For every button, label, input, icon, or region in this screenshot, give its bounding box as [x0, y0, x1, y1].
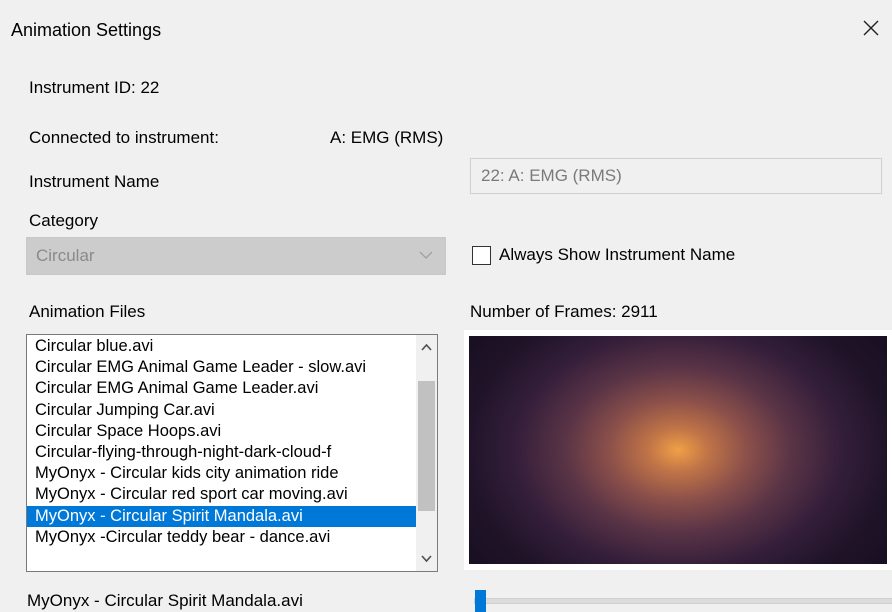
instrument-id: Instrument ID: 22 [29, 78, 160, 97]
scroll-thumb[interactable] [418, 381, 435, 511]
preview-image [469, 336, 887, 564]
animation-files-label: Animation Files [29, 302, 146, 321]
window-edge [0, 0, 6, 612]
list-item[interactable]: Circular EMG Animal Game Leader.avi [27, 378, 417, 399]
list-item[interactable]: MyOnyx - Circular red sport car moving.a… [27, 484, 417, 505]
always-show-name-checkbox[interactable] [472, 246, 491, 265]
frames-count: Number of Frames: 2911 [470, 302, 658, 321]
instrument-name-field[interactable]: 22: A: EMG (RMS) [470, 158, 882, 194]
connected-value: A: EMG (RMS) [330, 128, 444, 147]
category-select[interactable]: Circular [26, 237, 446, 275]
list-item[interactable]: MyOnyx - Circular kids city animation ri… [27, 463, 417, 484]
selected-file-label: MyOnyx - Circular Spirit Mandala.avi [27, 591, 303, 610]
always-show-name-label[interactable]: Always Show Instrument Name [499, 245, 735, 265]
animation-files-items: Circular blue.avi Circular EMG Animal Ga… [27, 336, 417, 548]
animation-files-list[interactable]: Circular blue.avi Circular EMG Animal Ga… [26, 334, 438, 572]
list-item[interactable]: Circular Space Hoops.avi [27, 421, 417, 442]
list-item[interactable]: MyOnyx -Circular teddy bear - dance.avi [27, 527, 417, 548]
chevron-up-icon [421, 343, 432, 351]
category-selected: Circular [36, 246, 95, 265]
chevron-down-icon [421, 555, 432, 563]
list-item[interactable]: Circular EMG Animal Game Leader - slow.a… [27, 357, 417, 378]
animation-preview [464, 330, 892, 570]
instrument-name-label: Instrument Name [29, 172, 160, 191]
frame-slider-thumb[interactable] [475, 590, 486, 612]
scroll-up-button[interactable] [416, 337, 437, 359]
list-item[interactable]: Circular Jumping Car.avi [27, 400, 417, 421]
category-label: Category [29, 211, 98, 230]
chevron-down-icon [419, 251, 433, 259]
list-scrollbar[interactable] [416, 335, 437, 571]
list-item-selected[interactable]: MyOnyx - Circular Spirit Mandala.avi [27, 505, 417, 527]
list-item[interactable]: Circular-flying-through-night-dark-cloud… [27, 442, 417, 463]
frame-slider-track[interactable] [474, 598, 892, 604]
list-item[interactable]: Circular blue.avi [27, 336, 417, 357]
scroll-down-button[interactable] [416, 547, 437, 569]
dialog-title: Animation Settings [11, 20, 162, 40]
close-icon [863, 20, 879, 36]
connected-label: Connected to instrument: [29, 128, 219, 147]
close-button[interactable] [857, 14, 885, 42]
